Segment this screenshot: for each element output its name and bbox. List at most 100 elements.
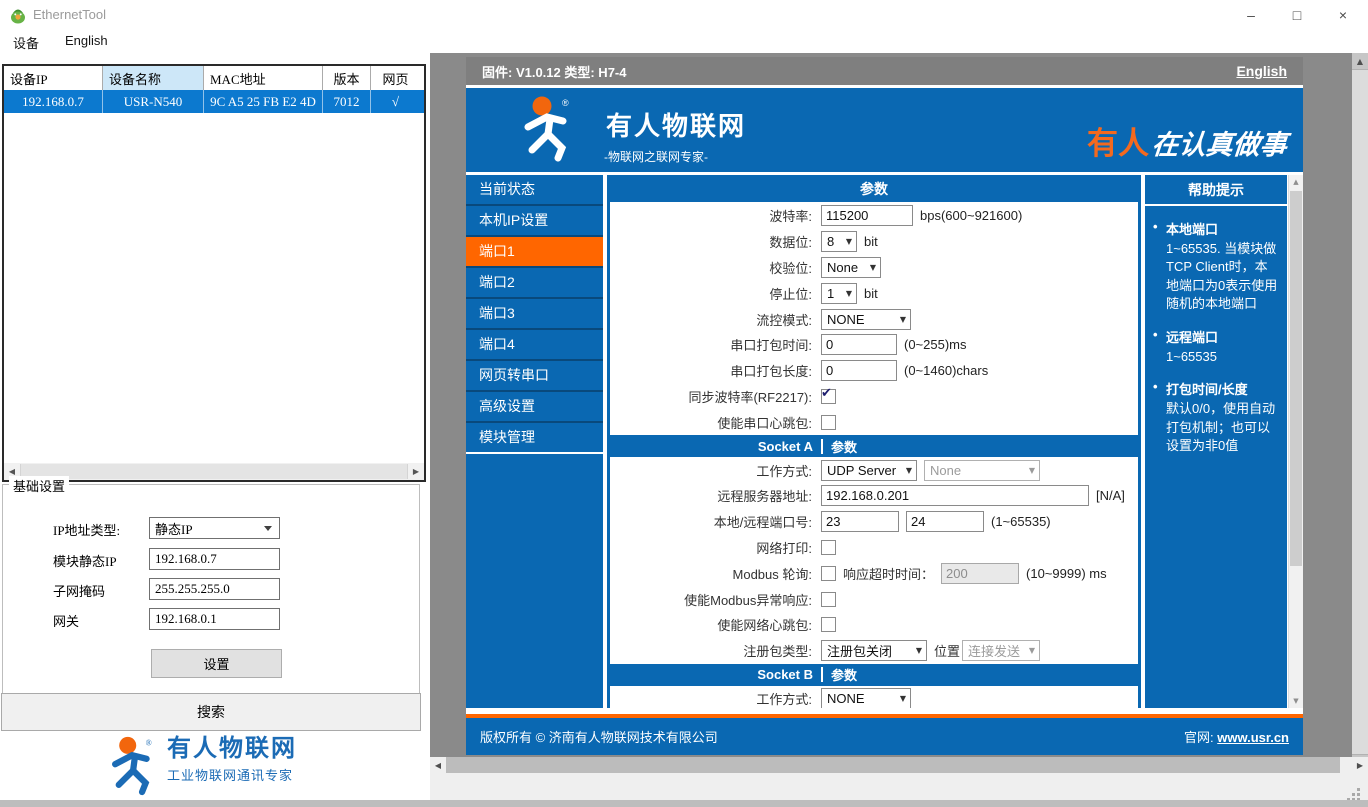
help-panel: 帮助提示 • 本地端口 1~65535. 当模块做TCP Client时，本地端…: [1145, 175, 1287, 708]
form-row-packtime: 串口打包时间: (0~255)ms: [610, 332, 1138, 358]
col-header-device-name[interactable]: 设备名称: [103, 66, 204, 90]
rf2217-checkbox[interactable]: ✔: [821, 389, 836, 404]
search-button[interactable]: 搜索: [1, 693, 421, 731]
webview-horizontal-scrollbar[interactable]: ◀ ▶: [430, 757, 1368, 773]
sidebar-item-port2[interactable]: 端口2: [466, 268, 603, 299]
header-brand-text: 有人物联网: [606, 106, 746, 143]
remote-port-input[interactable]: [906, 511, 984, 532]
sidebar-item-web-to-serial[interactable]: 网页转串口: [466, 361, 603, 392]
header-tagline: -物联网之联网专家-: [604, 148, 708, 165]
workmode-b-select[interactable]: NONE ▼: [821, 688, 911, 708]
sidebar-item-local-ip[interactable]: 本机IP设置: [466, 206, 603, 237]
sidebar-item-advanced[interactable]: 高级设置: [466, 392, 603, 423]
bullet-icon: •: [1153, 219, 1166, 314]
resize-grip[interactable]: [1357, 788, 1360, 791]
netmask-input[interactable]: [149, 578, 280, 600]
net-heartbeat-checkbox[interactable]: ✔: [821, 617, 836, 632]
parity-select[interactable]: None ▼: [821, 257, 881, 278]
scrollbar-thumb[interactable]: [1352, 69, 1368, 755]
sidebar-item-port4[interactable]: 端口4: [466, 330, 603, 361]
copyright-text: 版权所有 © 济南有人物联网技术有限公司: [480, 727, 718, 746]
workmode-b-value: NONE: [827, 691, 865, 706]
modbus-exc-label: 使能Modbus异常响应:: [610, 590, 812, 609]
form-row-packlen: 串口打包长度: (0~1460)chars: [610, 358, 1138, 384]
static-ip-input[interactable]: [149, 548, 280, 570]
page-inner-scrollbar[interactable]: ▲ ▼: [1288, 175, 1303, 708]
scrollbar-thumb[interactable]: [20, 464, 408, 479]
scroll-up-icon[interactable]: ▲: [1289, 178, 1303, 186]
modbus-timeout-input[interactable]: [941, 563, 1019, 584]
local-port-input[interactable]: [821, 511, 899, 532]
form-row-workmode-a: 工作方式: UDP Server ▼ None ▼: [610, 457, 1138, 483]
workmode-a-sub-value: None: [930, 463, 961, 478]
databits-select[interactable]: 8 ▼: [821, 231, 857, 252]
scroll-left-icon[interactable]: ◀: [430, 761, 446, 770]
col-header-version[interactable]: 版本: [323, 66, 371, 90]
nav-sidebar: 当前状态 本机IP设置 端口1 端口2 端口3 端口4 网页转串口 高级设置 模…: [466, 175, 603, 708]
baud-input[interactable]: [821, 205, 913, 226]
english-link[interactable]: English: [1236, 63, 1287, 79]
help-item-body: 默认0/0，使用自动打包机制；也可以设置为非0值: [1166, 400, 1279, 455]
stopbits-value: 1: [827, 286, 834, 301]
help-item-title: 本地端口: [1166, 219, 1279, 238]
form-section-title: 参数: [610, 175, 1138, 202]
packtime-input[interactable]: [821, 334, 897, 355]
net-print-checkbox[interactable]: ✔: [821, 540, 836, 555]
window-title: EthernetTool: [33, 7, 106, 22]
sidebar-item-current-status[interactable]: 当前状态: [466, 175, 603, 206]
ip-type-select[interactable]: 静态IP: [149, 517, 280, 539]
dropdown-arrow-icon: ▼: [1025, 466, 1039, 475]
maximize-icon[interactable]: □: [1274, 0, 1320, 30]
remote-addr-input[interactable]: [821, 485, 1089, 506]
workmode-a-sub-select[interactable]: None ▼: [924, 460, 1040, 481]
workmode-a-select[interactable]: UDP Server ▼: [821, 460, 917, 481]
dropdown-arrow-icon: ▼: [912, 646, 926, 655]
close-icon[interactable]: ×: [1320, 0, 1366, 30]
web-link-icon[interactable]: √: [371, 90, 420, 113]
stopbits-select[interactable]: 1 ▼: [821, 283, 857, 304]
set-button[interactable]: 设置: [151, 649, 282, 678]
bullet-icon: •: [1153, 379, 1166, 455]
gateway-input[interactable]: [149, 608, 280, 630]
dropdown-arrow-icon: ▼: [896, 315, 910, 324]
sidebar-item-port1[interactable]: 端口1: [466, 237, 603, 268]
official-site-link[interactable]: www.usr.cn: [1217, 730, 1289, 745]
logo-brand-text: 有人物联网: [167, 736, 297, 762]
socket-a-title: 参数: [823, 437, 857, 456]
packlen-input[interactable]: [821, 360, 897, 381]
help-item-title: 远程端口: [1166, 327, 1218, 346]
scroll-left-icon[interactable]: ◀: [4, 467, 20, 476]
modbus-poll-label: Modbus 轮询:: [610, 564, 812, 583]
window-bottom-edge: [0, 800, 1368, 807]
device-table-row[interactable]: 192.168.0.7 USR-N540 9C A5 25 FB E2 4D 7…: [4, 90, 424, 113]
minimize-icon[interactable]: –: [1228, 0, 1274, 30]
menu-english[interactable]: English: [52, 30, 121, 53]
webview-vertical-scrollbar[interactable]: ▲ ▼: [1352, 53, 1368, 773]
col-header-device-ip[interactable]: 设备IP: [4, 66, 103, 90]
ip-type-value: 静态IP: [155, 519, 193, 538]
regpack-pos-select[interactable]: 连接发送 ▼: [962, 640, 1040, 661]
scroll-right-icon[interactable]: ▶: [1352, 761, 1368, 770]
scroll-down-icon[interactable]: ▼: [1289, 697, 1303, 705]
packlen-label: 串口打包长度:: [610, 361, 812, 380]
scroll-up-icon[interactable]: ▲: [1352, 57, 1368, 66]
gateway-label: 网关: [53, 611, 79, 630]
window-controls: – □ ×: [1228, 0, 1366, 30]
menu-device[interactable]: 设备: [0, 30, 52, 53]
slogan-white: 在认真做事: [1150, 123, 1288, 162]
scrollbar-thumb[interactable]: [1290, 191, 1302, 566]
modbus-poll-checkbox[interactable]: ✔: [821, 566, 836, 581]
sidebar-item-port3[interactable]: 端口3: [466, 299, 603, 330]
net-print-label: 网络打印:: [610, 538, 812, 557]
col-header-mac[interactable]: MAC地址: [204, 66, 323, 90]
app-logo: ® 有人物联网 工业物联网通讯专家: [108, 736, 297, 796]
flow-select[interactable]: NONE ▼: [821, 309, 911, 330]
sidebar-item-module-mgmt[interactable]: 模块管理: [466, 423, 603, 454]
modbus-exc-checkbox[interactable]: ✔: [821, 592, 836, 607]
scrollbar-thumb[interactable]: [446, 757, 1340, 773]
scroll-right-icon[interactable]: ▶: [408, 467, 424, 476]
regpack-select[interactable]: 注册包关闭 ▼: [821, 640, 927, 661]
col-header-web[interactable]: 网页: [371, 66, 420, 90]
settings-form: 参数 波特率: bps(600~921600) 数据位: 8: [607, 175, 1141, 708]
serial-heartbeat-checkbox[interactable]: ✔: [821, 415, 836, 430]
